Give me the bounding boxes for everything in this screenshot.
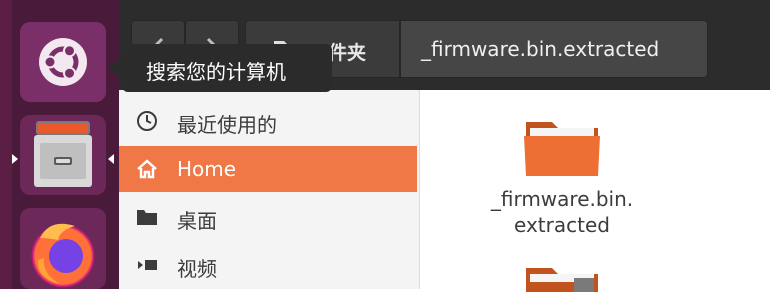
ubuntu-dash-button[interactable] [20,22,106,102]
tooltip-text: 搜索您的计算机 [146,60,286,84]
folder-icon [524,122,600,176]
tooltip-arrow [108,56,122,80]
places-sidebar: 最近使用的 Home 桌面 视频 [119,90,420,289]
sidebar-item-label: 视频 [177,257,217,281]
firefox-icon [31,223,95,288]
folder-icon [137,210,157,225]
sidebar-item-label: 桌面 [177,209,217,233]
file-view: _firmware.bin. extracted [420,90,770,292]
breadcrumb-parent-label: 件夹 [328,42,367,64]
file-item-label: _firmware.bin. extracted [482,186,642,238]
sidebar-item-recent[interactable]: 最近使用的 [119,98,417,144]
clock-icon [137,111,157,131]
ubuntu-logo-icon [39,38,87,86]
file-cabinet-icon [34,121,92,187]
launcher [0,0,119,289]
sidebar-item-label: Home [177,157,237,181]
active-indicator-right [108,154,114,164]
files-launcher-button[interactable] [20,115,106,195]
breadcrumb-current[interactable]: _firmware.bin.extracted [400,20,708,78]
home-icon [137,159,157,179]
launcher-tooltip: 搜索您的计算机 [122,44,332,92]
sidebar-item-videos[interactable]: 视频 [119,242,417,288]
firefox-launcher-button[interactable] [20,208,106,289]
file-item-label-line1: _firmware.bin. [490,187,634,211]
sidebar-item-desktop[interactable]: 桌面 [119,194,417,240]
file-item-label-line2: extracted [514,213,610,237]
sidebar-item-home[interactable]: Home [119,146,417,192]
sidebar-item-label: 最近使用的 [177,113,277,137]
breadcrumb-current-label: _firmware.bin.extracted [421,37,660,61]
folder-icon-partial[interactable] [482,262,642,292]
video-icon [138,260,157,270]
running-indicator-left [12,154,18,164]
